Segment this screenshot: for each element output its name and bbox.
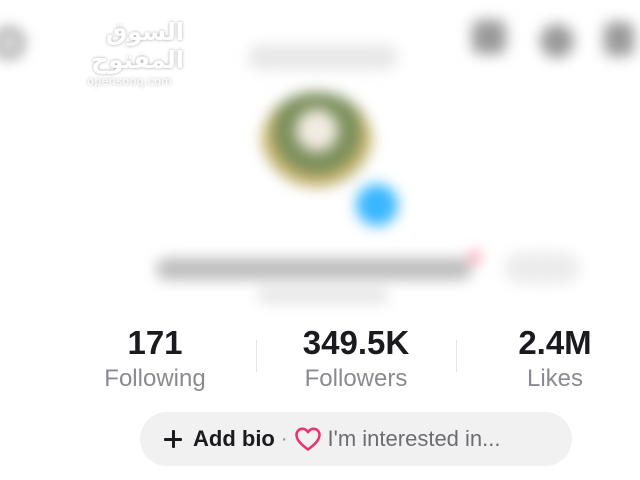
profile-stats: 171 Following 349.5K Followers 2.4M Like…: [0, 322, 640, 402]
inbox-icon[interactable]: [472, 20, 506, 54]
watermark-domain-text: opensooq.com: [87, 74, 172, 88]
interest-label: I'm interested in...: [327, 426, 501, 451]
likes-label: Likes: [526, 365, 584, 392]
followers-stat[interactable]: 349.5K Followers: [256, 322, 456, 394]
watermark-arabic-text: السوق المفتوح: [91, 18, 184, 74]
likes-stat[interactable]: 2.4M Likes: [455, 322, 640, 394]
profile-name: [156, 258, 472, 280]
followers-count: 349.5K: [302, 324, 410, 361]
opensooq-watermark: السوق المفتوح opensooq.com: [14, 18, 184, 88]
edit-profile-button[interactable]: [504, 252, 580, 284]
following-label: Following: [104, 365, 206, 392]
following-stat[interactable]: 171 Following: [55, 322, 255, 394]
avatar[interactable]: [262, 92, 372, 188]
add-bio-label: Add bio: [193, 426, 275, 451]
profile-subtext: [258, 290, 388, 302]
username-pill[interactable]: [248, 44, 398, 70]
plus-icon: [164, 430, 182, 448]
add-avatar-icon[interactable]: [356, 184, 398, 226]
menu-icon[interactable]: [604, 22, 634, 56]
heart-icon: [294, 427, 321, 451]
add-bio-button[interactable]: Add bio · I'm interested in...: [140, 412, 572, 466]
bio-separator: ·: [280, 427, 288, 450]
notification-dot: [470, 252, 480, 262]
settings-icon[interactable]: [540, 24, 574, 58]
likes-count: 2.4M: [518, 324, 592, 361]
following-count: 171: [127, 324, 183, 361]
followers-label: Followers: [304, 365, 408, 392]
